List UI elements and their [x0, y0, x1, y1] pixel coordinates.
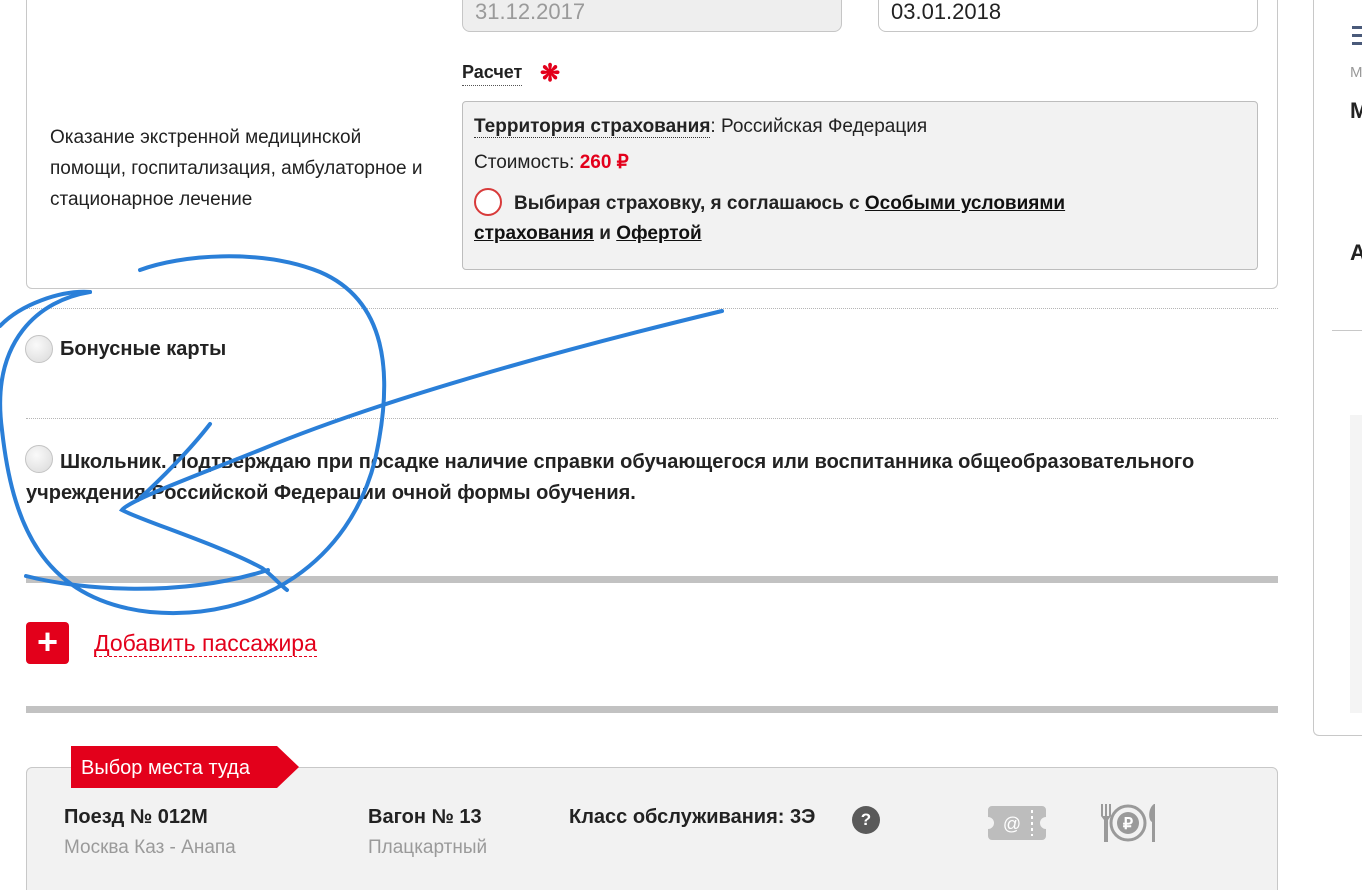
- bonus-cards-radio[interactable]: [25, 335, 53, 363]
- required-mark: ❋: [540, 60, 561, 87]
- territory-line: Территория страхования: Российская Федер…: [474, 116, 927, 138]
- divider: [26, 308, 1278, 309]
- add-passenger-link[interactable]: Добавить пассажира: [94, 630, 317, 657]
- document-icon: [1352, 26, 1362, 45]
- sidebar-letter-small: М: [1350, 64, 1362, 81]
- insurance-description: Оказание экстренной медицинской помощи, …: [50, 127, 423, 210]
- bonus-cards-label: Бонусные карты: [60, 338, 227, 360]
- train-route: Москва Каз - Анапа: [64, 837, 236, 858]
- plus-icon: +: [36, 621, 59, 662]
- agree-checkbox[interactable]: [474, 188, 502, 216]
- agree-prefix: Выбирая страховку, я соглашаюсь с: [514, 193, 865, 214]
- sidebar-inner-panel: [1350, 415, 1362, 713]
- territory-key[interactable]: Территория страхования: [474, 116, 711, 138]
- agree-text: Выбирая страховку, я соглашаюсь с Особым…: [474, 189, 1174, 249]
- cost-value: 260 ₽: [579, 152, 629, 173]
- seat-selection-tag: Выбор места туда: [71, 746, 299, 788]
- date-to-field[interactable]: 03.01.2018: [878, 0, 1258, 32]
- class-title: Класс обслуживания: 3Э: [569, 806, 816, 828]
- schoolchild-label: Школьник. Подтверждаю при посадке наличи…: [26, 451, 1195, 504]
- offer-link[interactable]: Офертой: [616, 223, 701, 244]
- agree-and: и: [593, 223, 617, 244]
- date-from-field[interactable]: 31.12.2017: [462, 0, 842, 32]
- territory-value: : Российская Федерация: [710, 116, 928, 137]
- sidebar-letter-a: А: [1350, 240, 1362, 265]
- calc-label: Расчет: [462, 62, 523, 86]
- e-ticket-icon: @: [988, 806, 1046, 840]
- train-title: Поезд № 012М: [64, 806, 208, 828]
- car-title: Вагон № 13: [368, 806, 482, 828]
- add-passenger-button[interactable]: +: [26, 622, 69, 664]
- meal-icon: ₽: [1101, 804, 1155, 842]
- section-divider: [26, 706, 1278, 713]
- section-divider: [26, 576, 1278, 583]
- help-icon[interactable]: ?: [852, 806, 880, 834]
- sidebar-letter-big: М: [1350, 98, 1362, 123]
- schoolchild-radio[interactable]: [25, 445, 53, 473]
- divider: [26, 418, 1278, 419]
- cost-label: Стоимость:: [474, 152, 580, 173]
- svg-text:₽: ₽: [1123, 816, 1133, 833]
- e-ticket-mark: @: [1003, 814, 1021, 834]
- cost-line: Стоимость: 260 ₽: [474, 151, 629, 174]
- car-type: Плацкартный: [368, 837, 488, 858]
- sidebar-divider: [1332, 330, 1362, 331]
